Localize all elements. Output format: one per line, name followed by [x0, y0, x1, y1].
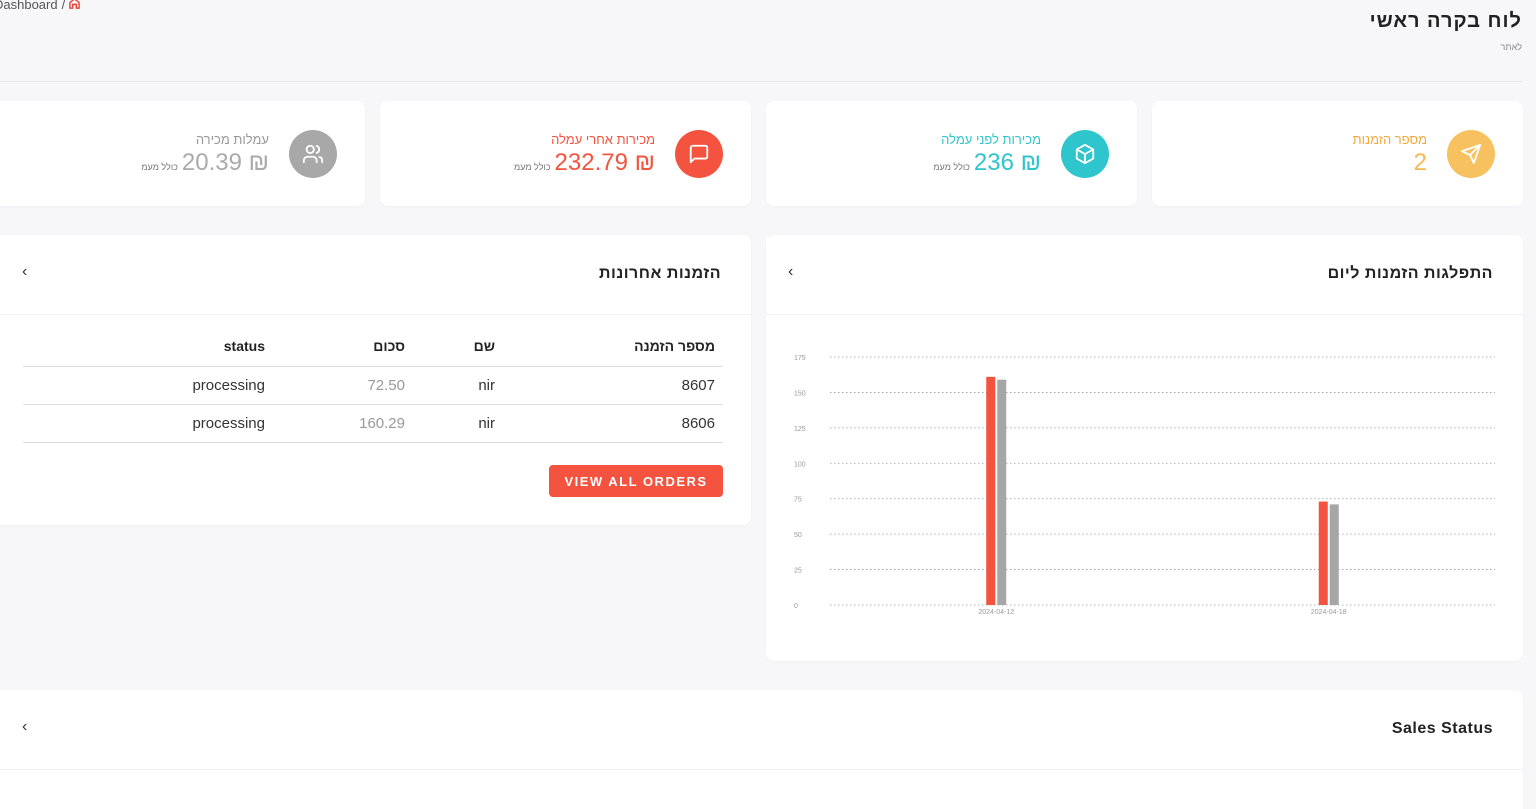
stat-card-fees: עמלות מכירה ₪ 20.39 כולל מעמ	[0, 101, 365, 206]
table-row[interactable]: 8607 nir 72.50 processing	[23, 366, 723, 405]
order-name: nir	[413, 404, 503, 443]
chart-bar	[986, 376, 996, 605]
orders-panel-chevron-icon[interactable]: ‹	[22, 263, 27, 281]
order-amount: 160.29	[273, 404, 413, 443]
col-name: שם	[413, 338, 503, 367]
stat-note-after-fee: כולל מעמ	[514, 162, 551, 172]
recent-orders-table: מספר הזמנה שם סכום status 8607 nir 72.50…	[23, 338, 723, 443]
stat-card-after-fee: מכירות אחרי עמלה ₪ 232.79 כולל מעמ	[380, 101, 751, 206]
stat-value-fees: ₪ 20.39	[181, 149, 269, 176]
breadcrumb-separator: /	[61, 0, 66, 12]
order-status: processing	[23, 366, 273, 405]
col-order-number: מספר הזמנה	[503, 338, 723, 367]
order-amount: 72.50	[273, 366, 413, 405]
orders-panel-title: הזמנות אחרונות	[599, 265, 721, 282]
stat-label-after-fee: מכירות אחרי עמלה	[551, 132, 655, 147]
stat-note-before-fee: כולל מעמ	[933, 162, 970, 172]
y-tick-label: 0	[794, 603, 798, 610]
stat-value-before-fee: ₪ 236	[973, 149, 1041, 176]
col-status: status	[23, 338, 273, 367]
sales-status-header: Sales Status ‹	[0, 690, 1523, 770]
stat-card-orders: מספר הזמנות 2	[1152, 101, 1523, 206]
home-icon[interactable]	[69, 0, 81, 12]
stat-label-orders: מספר הזמנות	[1352, 132, 1427, 147]
breadcrumb-root[interactable]: Dashboard	[0, 0, 58, 12]
x-tick-label: 2024-04-12	[978, 609, 1014, 616]
orders-panel-header: הזמנות אחרונות ‹	[0, 235, 751, 315]
y-tick-label: 75	[794, 497, 802, 504]
y-tick-label: 150	[794, 390, 806, 397]
chart-panel: התפלגות הזמנות ליום ‹ 0 25 50 75 100 125 150 17…	[766, 235, 1523, 661]
table-header-row: מספר הזמנה שם סכום status	[23, 338, 723, 367]
y-tick-label: 125	[794, 426, 806, 433]
page-title: לוח בקרה ראשי	[1369, 10, 1522, 32]
table-row[interactable]: 8606 nir 160.29 processing	[23, 404, 723, 443]
stat-label-before-fee: מכירות לפני עמלה	[941, 132, 1041, 147]
chart-bar	[997, 379, 1007, 605]
order-number: 8606	[503, 404, 723, 443]
order-name: nir	[413, 366, 503, 405]
col-amount: סכום	[273, 338, 413, 367]
order-status: processing	[23, 404, 273, 443]
chart-bar	[1318, 501, 1328, 605]
y-tick-label: 175	[794, 355, 806, 362]
sales-status-chevron-icon[interactable]: ‹	[22, 718, 27, 736]
stat-card-before-fee: מכירות לפני עמלה ₪ 236 כולל מעמ	[766, 101, 1137, 206]
order-number: 8607	[503, 366, 723, 405]
y-tick-label: 25	[794, 568, 802, 575]
stat-label-fees: עמלות מכירה	[195, 132, 269, 147]
x-tick-label: 2024-04-18	[1311, 609, 1347, 616]
users-icon	[289, 130, 337, 178]
message-icon	[675, 130, 723, 178]
breadcrumb: Dashboard /	[0, 0, 81, 12]
y-tick-label: 100	[794, 461, 806, 468]
y-tick-label: 50	[794, 532, 802, 539]
box-icon	[1061, 130, 1109, 178]
stat-note-fees: כולל מעמ	[141, 162, 178, 172]
send-icon	[1447, 130, 1495, 178]
stat-value-orders: 2	[1413, 149, 1427, 176]
sales-status-panel: Sales Status ‹	[0, 690, 1523, 809]
orders-per-day-chart: 0 25 50 75 100 125 150 175 2024-04-12 2024-04-18	[794, 355, 1495, 616]
stat-value-after-fee: ₪ 232.79	[554, 149, 655, 176]
sales-status-title: Sales Status	[1391, 720, 1493, 737]
title-divider	[0, 81, 1522, 82]
page-subtitle[interactable]: לאתר	[1501, 42, 1522, 52]
view-all-orders-button[interactable]: VIEW ALL ORDERS	[549, 465, 723, 497]
chart-bar	[1329, 504, 1339, 605]
